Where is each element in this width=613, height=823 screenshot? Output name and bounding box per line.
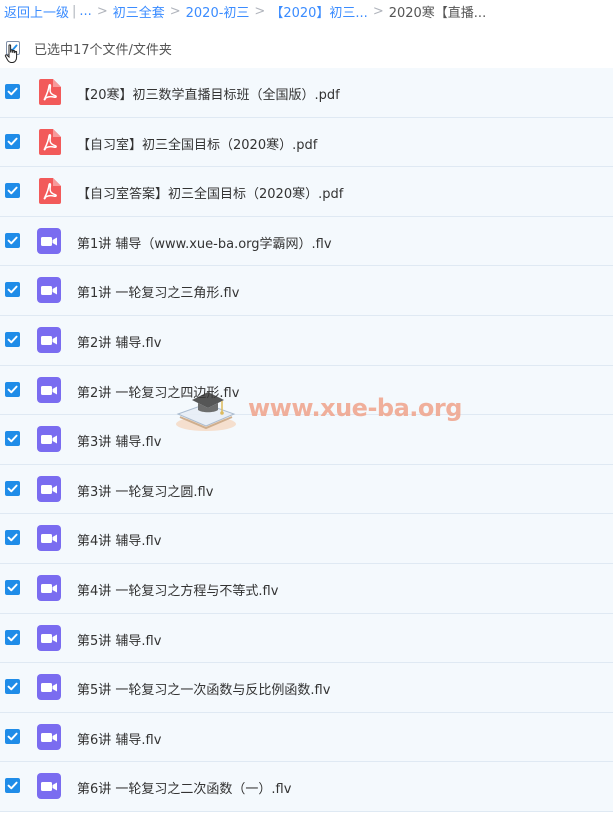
- breadcrumb-separator: >: [96, 3, 108, 19]
- file-row[interactable]: 第6讲 辅导.flv: [0, 712, 613, 763]
- pdf-file-icon: [39, 128, 61, 155]
- breadcrumb-separator: >: [254, 3, 266, 19]
- breadcrumb-divider: |: [72, 3, 77, 19]
- checkmark-icon: [7, 484, 18, 492]
- file-row[interactable]: 【20寒】初三数学直播目标班（全国版）.pdf: [0, 68, 613, 118]
- video-file-icon: [37, 326, 61, 353]
- checkmark-icon: [7, 137, 18, 145]
- file-name[interactable]: 第6讲 辅导.flv: [77, 729, 161, 748]
- back-link[interactable]: 返回上一级: [4, 2, 69, 21]
- file-checkbox[interactable]: [5, 579, 20, 595]
- pdf-file-icon: [39, 178, 61, 205]
- file-checkbox[interactable]: [5, 431, 20, 447]
- file-row[interactable]: 第5讲 一轮复习之一次函数与反比例函数.flv: [0, 663, 613, 713]
- checkmark-icon: [7, 781, 18, 790]
- checkmark-icon: [7, 87, 18, 96]
- file-checkbox[interactable]: [5, 331, 20, 347]
- file-row[interactable]: 第1讲 辅导（www.xue-ba.org学霸网）.flv: [0, 216, 613, 267]
- video-file-icon: [37, 227, 61, 254]
- file-name[interactable]: 【自习室答案】初三全国目标（2020寒）.pdf: [77, 183, 343, 202]
- file-row[interactable]: 【自习室答案】初三全国目标（2020寒）.pdf: [0, 167, 613, 217]
- file-checkbox[interactable]: [5, 133, 20, 149]
- file-name[interactable]: 第6讲 一轮复习之二次函数（一）.flv: [77, 778, 291, 797]
- hand-cursor-icon: [4, 44, 18, 63]
- video-file-icon: [37, 773, 61, 800]
- file-name[interactable]: 第5讲 辅导.flv: [77, 630, 161, 649]
- file-name[interactable]: 第4讲 一轮复习之方程与不等式.flv: [77, 580, 278, 599]
- file-row[interactable]: 第5讲 辅导.flv: [0, 613, 613, 664]
- file-row[interactable]: 第2讲 一轮复习之四边形.flv: [0, 365, 613, 416]
- breadcrumb-separator: >: [372, 3, 384, 19]
- video-file-icon: [37, 426, 61, 453]
- pdf-file-icon: [39, 79, 61, 105]
- file-row[interactable]: 【自习室】初三全国目标（2020寒）.pdf: [0, 117, 613, 168]
- breadcrumb-item-2[interactable]: 2020-初三: [186, 2, 250, 21]
- file-checkbox[interactable]: [5, 629, 20, 645]
- video-file-icon: [37, 624, 61, 651]
- checkmark-icon: [7, 186, 18, 195]
- file-checkbox[interactable]: [5, 728, 20, 744]
- file-checkbox[interactable]: [5, 84, 20, 99]
- breadcrumb-item-1[interactable]: 初三全套: [113, 2, 165, 21]
- file-name[interactable]: 第5讲 一轮复习之一次函数与反比例函数.flv: [77, 679, 330, 698]
- select-all-row: 已选中17个文件/文件夹: [0, 35, 613, 63]
- breadcrumb-separator: >: [169, 3, 181, 19]
- file-row[interactable]: 第6讲 一轮复习之二次函数（一）.flv: [0, 762, 613, 812]
- video-file-icon: [37, 475, 61, 502]
- file-name[interactable]: 第4讲 辅导.flv: [77, 530, 161, 549]
- video-file-icon: [37, 723, 61, 750]
- video-file-icon: [37, 376, 61, 403]
- file-checkbox[interactable]: [5, 778, 20, 794]
- checkmark-icon: [7, 236, 18, 245]
- checkmark-icon: [7, 533, 18, 542]
- checkmark-icon: [7, 434, 18, 443]
- breadcrumb-ellipsis[interactable]: ...: [79, 4, 91, 19]
- selection-count-label: 已选中17个文件/文件夹: [34, 43, 172, 58]
- checkmark-icon: [7, 732, 18, 740]
- file-checkbox[interactable]: [5, 381, 20, 397]
- file-checkbox[interactable]: [5, 232, 20, 248]
- checkmark-icon: [7, 633, 18, 641]
- file-checkbox[interactable]: [5, 183, 20, 199]
- file-name[interactable]: 第2讲 一轮复习之四边形.flv: [77, 382, 239, 401]
- file-row[interactable]: 第1讲 一轮复习之三角形.flv: [0, 266, 613, 316]
- file-name[interactable]: 第3讲 一轮复习之圆.flv: [77, 481, 213, 500]
- checkmark-icon: [7, 335, 18, 344]
- file-row[interactable]: 第4讲 辅导.flv: [0, 514, 613, 564]
- file-checkbox[interactable]: [5, 679, 20, 695]
- file-checkbox[interactable]: [5, 480, 20, 496]
- breadcrumb: 返回上一级 | ... > 初三全套 > 2020-初三 > 【2020】初三.…: [4, 0, 610, 22]
- video-file-icon: [37, 525, 61, 552]
- breadcrumb-current: 2020寒【直播...: [388, 5, 487, 21]
- checkmark-icon: [7, 583, 18, 592]
- file-name[interactable]: 【自习室】初三全国目标（2020寒）.pdf: [77, 134, 317, 153]
- file-name[interactable]: 第2讲 辅导.flv: [77, 332, 161, 351]
- file-row[interactable]: 第3讲 辅导.flv: [0, 415, 613, 465]
- video-file-icon: [37, 574, 61, 601]
- checkmark-icon: [7, 286, 18, 294]
- file-checkbox[interactable]: [5, 530, 20, 546]
- checkmark-icon: [7, 682, 18, 691]
- file-row[interactable]: 第2讲 辅导.flv: [0, 315, 613, 366]
- file-name[interactable]: 第1讲 辅导（www.xue-ba.org学霸网）.flv: [77, 233, 332, 252]
- video-file-icon: [37, 674, 61, 701]
- file-browser: 返回上一级 | ... > 初三全套 > 2020-初三 > 【2020】初三.…: [0, 0, 613, 823]
- file-checkbox[interactable]: [5, 282, 20, 298]
- file-name[interactable]: 第1讲 一轮复习之三角形.flv: [77, 282, 239, 301]
- video-file-icon: [37, 277, 61, 304]
- checkmark-icon: [7, 385, 18, 393]
- breadcrumb-item-3[interactable]: 【2020】初三...: [270, 2, 367, 21]
- file-row[interactable]: 第4讲 一轮复习之方程与不等式.flv: [0, 563, 613, 614]
- file-list: 【20寒】初三数学直播目标班（全国版）.pdf 【自习室】初三全国目标（2020…: [0, 68, 613, 812]
- file-name[interactable]: 第3讲 辅导.flv: [77, 431, 161, 450]
- file-row[interactable]: 第3讲 一轮复习之圆.flv: [0, 464, 613, 515]
- file-name[interactable]: 【20寒】初三数学直播目标班（全国版）.pdf: [77, 84, 340, 103]
